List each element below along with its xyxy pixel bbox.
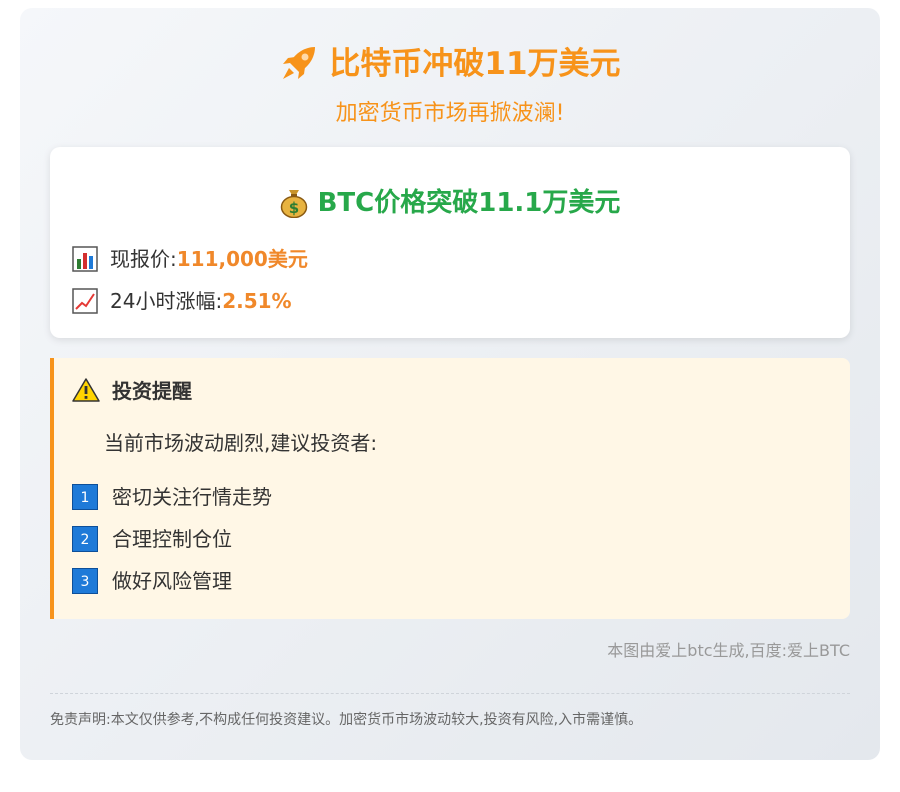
disclaimer-text: 免责声明:本文仅供参考,不构成任何投资建议。加密货币市场波动较大,投资有风险,入…: [50, 712, 643, 728]
news-card: 比特币冲破11万美元 加密货币市场再掀波澜! $ BTC价格突破11.1万美元: [20, 8, 880, 760]
divider: [50, 693, 850, 694]
current-price-value: 111,000美元: [176, 247, 308, 271]
change-value: 2.51%: [222, 289, 292, 313]
tips-intro: 当前市场波动剧烈,建议投资者:: [104, 431, 378, 455]
tips-title: 投资提醒: [72, 374, 192, 408]
current-price-label: 现报价:: [110, 247, 177, 271]
tips-title-text: 投资提醒: [112, 379, 192, 403]
change-label: 24小时涨幅:: [110, 289, 223, 313]
svg-text:$: $: [288, 199, 298, 217]
bar-chart-icon: [72, 245, 98, 272]
price-panel: $ BTC价格突破11.1万美元 现报价:111,000美元 24小时涨幅:2.…: [50, 147, 850, 338]
tip-item: 3 做好风险管理: [72, 566, 232, 596]
chart-increasing-icon: [72, 287, 98, 314]
price-title: $ BTC价格突破11.1万美元: [50, 183, 850, 223]
tip-text: 做好风险管理: [112, 569, 232, 593]
tip-text: 密切关注行情走势: [112, 485, 272, 509]
rocket-icon: [279, 43, 319, 83]
tip-item: 2 合理控制仓位: [72, 524, 232, 554]
number-3-icon: 3: [72, 567, 98, 594]
number-1-icon: 1: [72, 483, 98, 510]
subheadline: 加密货币市场再掀波澜!: [335, 101, 565, 126]
money-bag-icon: $: [280, 186, 308, 218]
credit-text: 本图由爱上btc生成,百度:爱上BTC: [607, 641, 850, 660]
price-title-text: BTC价格突破11.1万美元: [317, 188, 621, 218]
change-row: 24小时涨幅:2.51%: [72, 285, 292, 317]
number-2-icon: 2: [72, 525, 98, 552]
warning-icon: [72, 377, 100, 403]
headline: 比特币冲破11万美元: [20, 42, 880, 86]
tip-text: 合理控制仓位: [112, 527, 232, 551]
headline-text: 比特币冲破11万美元: [329, 46, 621, 82]
tip-item: 1 密切关注行情走势: [72, 482, 272, 512]
tips-panel: 投资提醒 当前市场波动剧烈,建议投资者: 1 密切关注行情走势 2 合理控制仓位 3…: [50, 358, 850, 619]
current-price-row: 现报价:111,000美元: [72, 243, 308, 275]
